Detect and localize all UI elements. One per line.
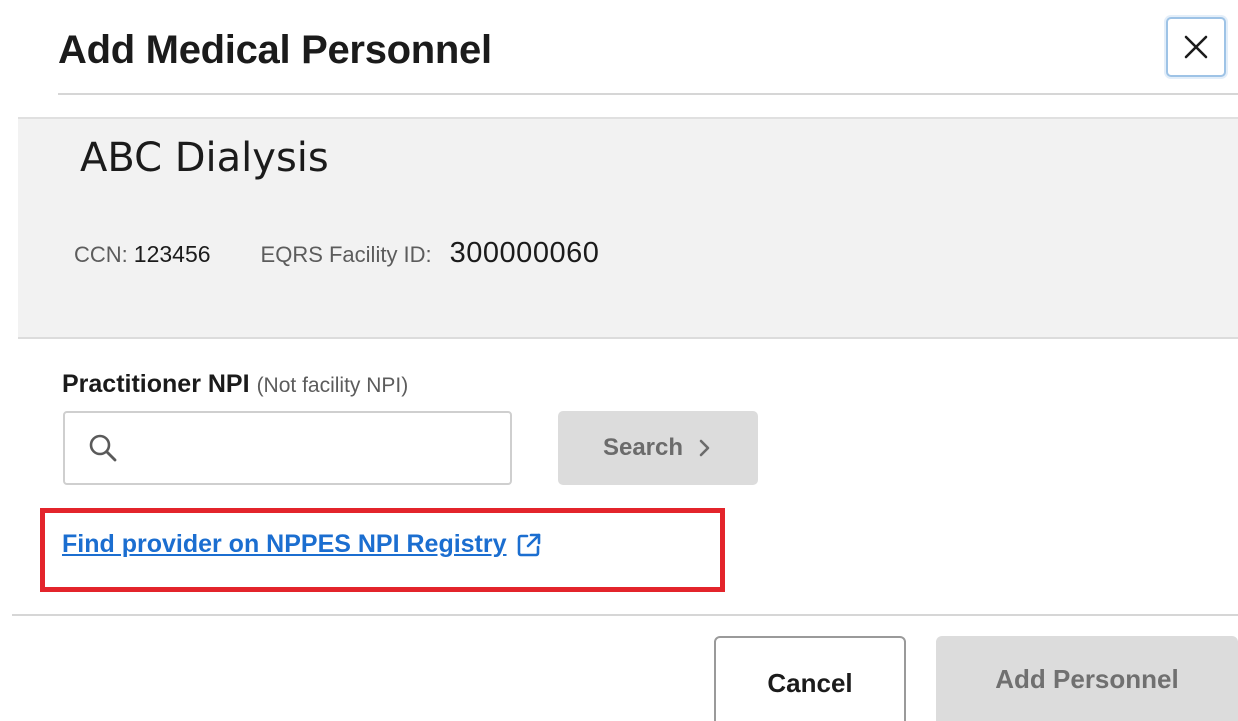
footer-divider — [12, 614, 1238, 616]
npi-search-input[interactable] — [121, 413, 510, 483]
npi-search-field[interactable] — [63, 411, 512, 485]
header-divider — [58, 93, 1238, 95]
npi-label-note: (Not facility NPI) — [256, 374, 409, 397]
add-personnel-button[interactable]: Add Personnel — [936, 636, 1238, 721]
search-button[interactable]: Search — [558, 411, 758, 485]
cancel-button[interactable]: Cancel — [714, 636, 906, 721]
close-button[interactable] — [1166, 17, 1226, 77]
practitioner-npi-label: Practitioner NPI (Not facility NPI) — [62, 370, 408, 399]
nppes-registry-link[interactable]: Find provider on NPPES NPI Registry — [62, 530, 543, 559]
eqrs-facility-id-label: EQRS Facility ID: — [260, 242, 432, 267]
chevron-right-icon — [699, 439, 710, 457]
registry-link-label: Find provider on NPPES NPI Registry — [62, 530, 507, 558]
dialog-title: Add Medical Personnel — [58, 28, 492, 72]
search-icon — [89, 434, 117, 462]
external-link-icon — [517, 533, 540, 556]
ccn-label: CCN: — [74, 242, 128, 267]
search-button-label: Search — [602, 434, 684, 461]
facility-meta: CCN: 123456 EQRS Facility ID: 300000060 — [74, 237, 599, 270]
close-icon — [1184, 35, 1208, 59]
ccn-value: 123456 — [133, 241, 211, 267]
eqrs-facility-id-value: 300000060 — [449, 237, 600, 269]
npi-label-text: Practitioner NPI — [62, 370, 250, 398]
facility-name: ABC Dialysis — [80, 135, 329, 181]
facility-info-panel: ABC Dialysis CCN: 123456 EQRS Facility I… — [18, 117, 1238, 339]
